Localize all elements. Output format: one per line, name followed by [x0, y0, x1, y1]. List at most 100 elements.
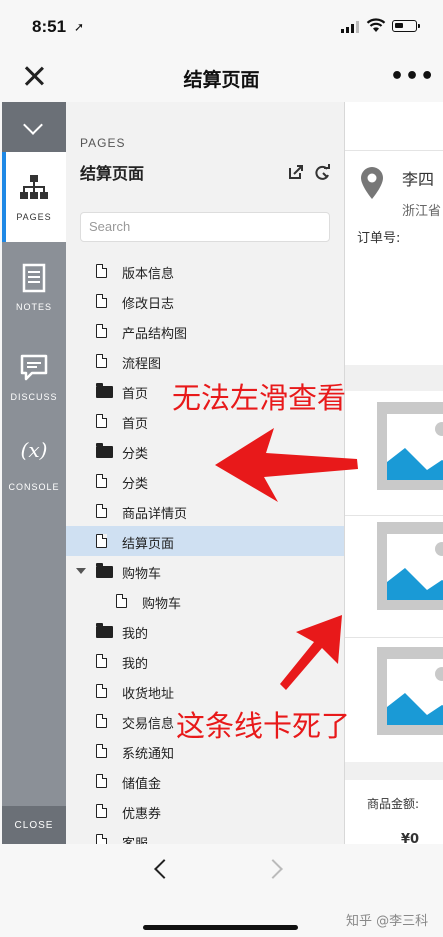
folder-icon: [96, 623, 113, 638]
tree-item[interactable]: 结算页面: [66, 526, 344, 556]
sidebar-rail: PAGES NOTES DISCUSS (x) CONSOLE CLOSE: [2, 102, 66, 844]
page-icon: [96, 504, 107, 518]
order-number-label: 订单号:: [357, 231, 401, 246]
status-bar: 8:51 ➚: [0, 0, 443, 50]
battery-icon: [392, 20, 420, 32]
rail-tab-discuss[interactable]: DISCUSS: [2, 332, 66, 422]
folder-icon: [96, 563, 113, 578]
tree-item[interactable]: 流程图: [66, 346, 344, 376]
collapse-rail-button[interactable]: [2, 102, 66, 152]
folder-icon: [96, 383, 113, 398]
page-tree: 版本信息 修改日志 产品结构图 流程图 首页 首页 分类 分类 商品详情页 结算页面 购物车 购物车我…: [66, 256, 344, 856]
tree-item-label: 我的: [122, 657, 149, 672]
annotation-text-bottom: 这条线卡死了: [176, 709, 351, 743]
tree-item-label: 商品详情页: [122, 507, 188, 522]
recipient-address: 浙江省: [402, 204, 442, 219]
folder-icon: [96, 443, 113, 458]
tree-item-label: 购物车: [122, 567, 162, 582]
tree-item-label: 购物车: [142, 597, 182, 612]
tree-item-label: 流程图: [122, 357, 162, 372]
amount-label: 商品金额:: [367, 797, 420, 811]
annotation-text-top: 无法左滑查看: [172, 381, 347, 415]
expand-caret-icon[interactable]: [76, 568, 86, 574]
section-gap: [345, 762, 443, 780]
discuss-icon: [20, 354, 48, 381]
product-image-placeholder: [377, 402, 443, 490]
left-arrow-annotation-icon: [215, 428, 358, 502]
forward-button[interactable]: [263, 859, 283, 879]
page-title: 结算页面: [183, 69, 260, 91]
tree-item-label: 首页: [122, 387, 149, 402]
tree-item-label: 版本信息: [122, 267, 175, 282]
rail-tab-console[interactable]: (x) CONSOLE: [2, 422, 66, 512]
open-page-icon[interactable]: [288, 164, 304, 180]
tree-item[interactable]: 购物车: [66, 556, 344, 586]
back-button[interactable]: [154, 859, 174, 879]
page-icon: [96, 744, 107, 758]
panel-heading: PAGES: [80, 136, 126, 150]
tree-item-label: 优惠券: [122, 807, 162, 822]
page-icon: [96, 324, 107, 338]
wifi-icon: [366, 18, 386, 32]
tree-item-label: 首页: [122, 417, 149, 432]
rail-tab-pages[interactable]: PAGES: [2, 152, 66, 242]
recipient-name: 李四: [402, 170, 435, 189]
page-icon: [96, 294, 107, 308]
tree-item[interactable]: 优惠券: [66, 796, 344, 826]
clock: 8:51: [32, 17, 67, 36]
page-icon: [96, 654, 107, 668]
divider: [345, 637, 443, 638]
page-icon: [116, 594, 127, 608]
tree-item-label: 系统通知: [122, 747, 175, 762]
product-image-placeholder: [377, 647, 443, 735]
refresh-page-icon[interactable]: [314, 164, 331, 181]
rail-tab-notes[interactable]: NOTES: [2, 242, 66, 332]
divider: [345, 515, 443, 516]
tree-item-label: 修改日志: [122, 297, 175, 312]
page-icon: [96, 264, 107, 278]
page-icon: [96, 534, 107, 548]
close-rail-button[interactable]: CLOSE: [2, 806, 66, 844]
screen: 8:51 ➚ 结算页面 ••• PAGES NOTES DISCUSS (x) …: [0, 0, 443, 937]
page-icon: [96, 684, 107, 698]
amount-value: ¥0: [401, 832, 420, 844]
divider: [345, 150, 443, 151]
rail-label-pages: PAGES: [16, 212, 52, 222]
tree-item-label: 分类: [122, 447, 149, 462]
page-icon: [96, 804, 107, 818]
navigation-bar: 结算页面 •••: [0, 50, 443, 102]
section-gap: [345, 365, 443, 391]
product-image-placeholder: [377, 522, 443, 610]
tree-item-label: 结算页面: [122, 537, 175, 552]
home-indicator: [143, 925, 298, 930]
rail-label-notes: NOTES: [15, 302, 52, 312]
more-menu-button[interactable]: •••: [390, 64, 435, 89]
page-icon: [96, 414, 107, 428]
page-icon: [96, 474, 107, 488]
tree-item-label: 收货地址: [122, 687, 175, 702]
tree-item[interactable]: 储值金: [66, 766, 344, 796]
rail-label-console: CONSOLE: [8, 482, 60, 492]
page-icon: [96, 714, 107, 728]
browser-toolbar: 知乎 @李三科: [0, 844, 443, 937]
tree-item[interactable]: 修改日志: [66, 286, 344, 316]
tree-item[interactable]: 版本信息: [66, 256, 344, 286]
console-icon: (x): [20, 438, 48, 462]
page-icon: [96, 354, 107, 368]
panel-title: 结算页面: [80, 164, 145, 183]
tree-item-label: 分类: [122, 477, 149, 492]
rail-label-discuss: DISCUSS: [10, 392, 58, 402]
tree-item-label: 交易信息: [122, 717, 175, 732]
chevron-down-icon: [23, 115, 43, 135]
search-input[interactable]: Search: [80, 212, 330, 242]
tree-item-label: 储值金: [122, 777, 162, 792]
tree-item-label: 产品结构图: [122, 327, 188, 342]
location-pin-icon: [361, 167, 383, 199]
cellular-signal-icon: [341, 21, 359, 33]
notes-icon: [22, 263, 46, 293]
location-arrow-icon: ➚: [74, 20, 85, 34]
tree-item[interactable]: 产品结构图: [66, 316, 344, 346]
tree-item-label: 我的: [122, 627, 149, 642]
page-icon: [96, 774, 107, 788]
up-arrow-annotation-icon: [280, 615, 342, 690]
